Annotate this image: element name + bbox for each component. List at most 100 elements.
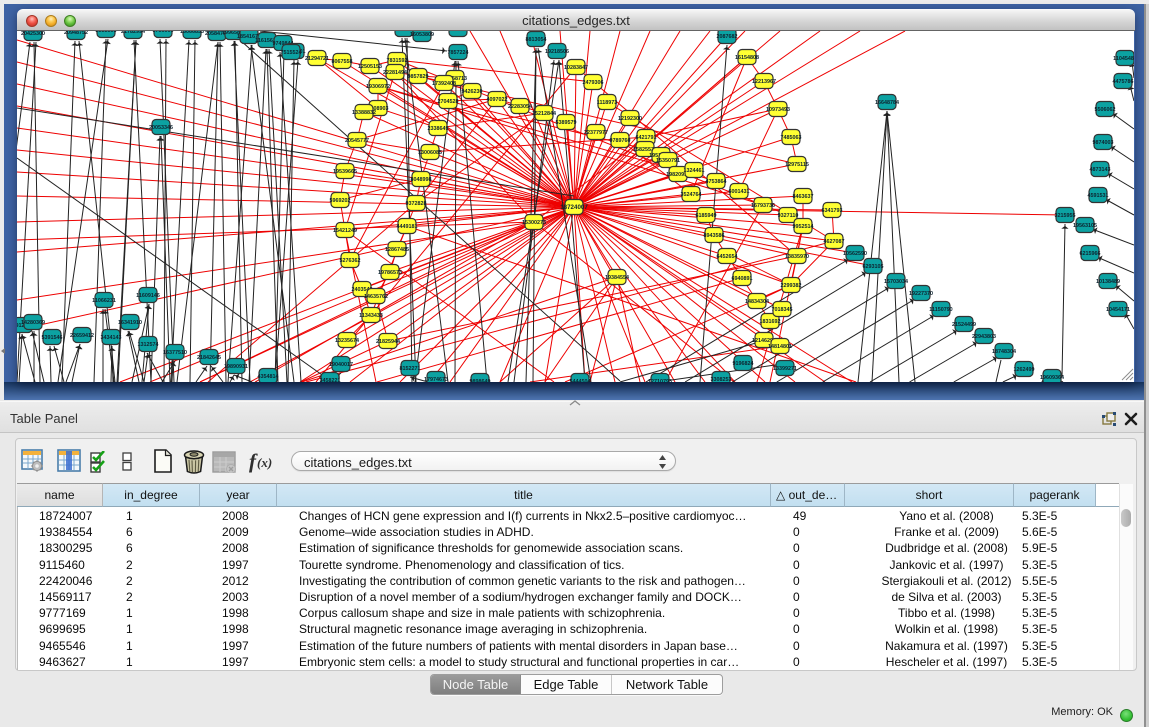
- svg-text:20053346: 20053346: [149, 125, 173, 131]
- svg-text:3215955: 3215955: [1055, 213, 1076, 219]
- svg-text:6185949: 6185949: [696, 213, 717, 219]
- svg-text:7857224: 7857224: [448, 50, 469, 56]
- svg-text:19609364: 19609364: [1040, 375, 1064, 381]
- svg-text:9898649: 9898649: [470, 379, 491, 382]
- svg-text:9874003: 9874003: [1093, 140, 1114, 146]
- svg-text:15300273: 15300273: [522, 220, 546, 226]
- svg-text:5389579: 5389579: [556, 120, 577, 126]
- svg-text:15703034: 15703034: [884, 279, 908, 285]
- svg-text:2338649: 2338649: [428, 126, 449, 132]
- svg-text:13006085: 13006085: [418, 150, 442, 156]
- svg-text:19890931: 19890931: [224, 364, 248, 370]
- svg-text:1831692: 1831692: [760, 319, 781, 325]
- svg-text:22283054: 22283054: [508, 104, 532, 110]
- svg-text:6001431: 6001431: [729, 189, 750, 195]
- svg-text:21825944: 21825944: [376, 339, 400, 345]
- svg-text:12213967: 12213967: [752, 79, 776, 85]
- svg-text:8943586: 8943586: [704, 233, 725, 239]
- svg-text:4873143: 4873143: [1090, 167, 1111, 173]
- svg-text:10973493: 10973493: [766, 107, 790, 113]
- svg-text:6293105: 6293105: [863, 264, 884, 270]
- svg-text:16377510: 16377510: [163, 350, 187, 356]
- svg-text:7018345: 7018345: [772, 307, 793, 313]
- svg-text:10562590: 10562590: [843, 251, 867, 257]
- svg-text:19384554: 19384554: [605, 275, 629, 281]
- svg-text:15212844: 15212844: [532, 111, 556, 117]
- svg-text:1324461: 1324461: [684, 168, 705, 174]
- svg-text:11609146: 11609146: [136, 293, 160, 299]
- svg-text:20948752: 20948752: [64, 31, 88, 36]
- svg-text:10454171: 10454171: [1106, 307, 1130, 313]
- svg-text:4753864: 4753864: [706, 179, 727, 185]
- svg-text:9372828: 9372828: [406, 201, 427, 207]
- svg-text:1118973: 1118973: [597, 100, 617, 106]
- svg-text:16341910: 16341910: [118, 320, 142, 326]
- svg-text:10283847: 10283847: [564, 65, 588, 71]
- svg-text:14635762: 14635762: [364, 294, 388, 300]
- svg-text:9952514: 9952514: [793, 224, 814, 230]
- svg-text:15066853: 15066853: [180, 31, 204, 35]
- svg-text:19040017: 19040017: [329, 362, 353, 368]
- svg-text:17974673: 17974673: [424, 377, 448, 382]
- svg-text:10138489: 10138489: [1096, 279, 1120, 285]
- svg-text:3458221: 3458221: [320, 378, 341, 382]
- svg-text:5506062: 5506062: [1095, 107, 1116, 113]
- svg-text:19218506: 19218506: [545, 49, 569, 55]
- svg-text:2087682: 2087682: [717, 34, 738, 40]
- svg-text:18724007: 18724007: [560, 204, 588, 211]
- svg-text:7831592: 7831592: [387, 58, 408, 64]
- svg-text:15421249: 15421249: [333, 228, 357, 234]
- svg-text:7515524: 7515524: [281, 50, 302, 56]
- svg-text:15350791: 15350791: [656, 158, 680, 164]
- svg-text:1262499: 1262499: [1014, 367, 1035, 373]
- svg-text:19786573: 19786573: [378, 270, 402, 276]
- svg-text:4097022: 4097022: [487, 97, 508, 103]
- svg-text:16154808: 16154808: [735, 55, 759, 61]
- svg-text:2479306: 2479306: [583, 80, 604, 86]
- svg-text:12867485: 12867485: [385, 247, 409, 253]
- svg-text:8813054: 8813054: [526, 37, 547, 43]
- svg-text:12710793: 12710793: [648, 379, 672, 382]
- svg-text:6940891: 6940891: [732, 276, 753, 282]
- svg-text:4591531: 4591531: [1088, 193, 1109, 199]
- svg-text:19539665: 19539665: [333, 169, 357, 175]
- svg-text:16648784: 16648784: [875, 100, 899, 106]
- svg-text:8152271: 8152271: [400, 366, 421, 372]
- svg-text:22377977: 22377977: [584, 130, 608, 136]
- svg-text:6341793: 6341793: [822, 208, 843, 214]
- svg-text:13835970: 13835970: [785, 254, 809, 260]
- svg-text:13399271: 13399271: [773, 366, 797, 372]
- svg-text:8463637: 8463637: [793, 194, 814, 200]
- svg-text:12192300: 12192300: [618, 116, 642, 122]
- svg-text:21842645: 21842645: [197, 355, 221, 361]
- svg-text:21782994: 21782994: [121, 31, 145, 35]
- svg-text:8048998: 8048998: [411, 177, 432, 183]
- svg-text:6421791: 6421791: [636, 135, 657, 141]
- svg-text:14280369: 14280369: [21, 320, 45, 326]
- svg-text:18748304: 18748304: [992, 349, 1016, 355]
- svg-text:3308253: 3308253: [711, 377, 732, 382]
- svg-text:16793736: 16793736: [751, 203, 775, 209]
- svg-text:21294721: 21294721: [305, 56, 329, 62]
- svg-text:11150790: 11150790: [929, 307, 952, 313]
- svg-text:6215966: 6215966: [1080, 251, 1101, 257]
- svg-text:3524764: 3524764: [681, 192, 702, 198]
- svg-text:7485063: 7485063: [781, 135, 802, 141]
- svg-text:22659412: 22659412: [70, 333, 94, 339]
- svg-text:5391546: 5391546: [42, 335, 63, 341]
- svg-text:11066231: 11066231: [92, 298, 116, 304]
- svg-text:14834304: 14834304: [745, 299, 769, 305]
- svg-text:2333508: 2333508: [96, 31, 117, 34]
- svg-text:3750906: 3750906: [153, 31, 174, 34]
- svg-text:22943803: 22943803: [972, 334, 996, 340]
- svg-text:8067558: 8067558: [332, 59, 353, 65]
- svg-text:16053809: 16053809: [410, 32, 434, 38]
- svg-text:4354814: 4354814: [258, 374, 279, 380]
- svg-text:12505153: 12505153: [358, 64, 382, 70]
- svg-text:3434143: 3434143: [101, 335, 122, 341]
- svg-text:20545777: 20545777: [345, 138, 369, 144]
- svg-text:17392408: 17392408: [432, 81, 456, 87]
- svg-text:11045483: 11045483: [1113, 56, 1134, 62]
- svg-text:13388832: 13388832: [352, 110, 376, 116]
- svg-text:2704528: 2704528: [438, 99, 459, 105]
